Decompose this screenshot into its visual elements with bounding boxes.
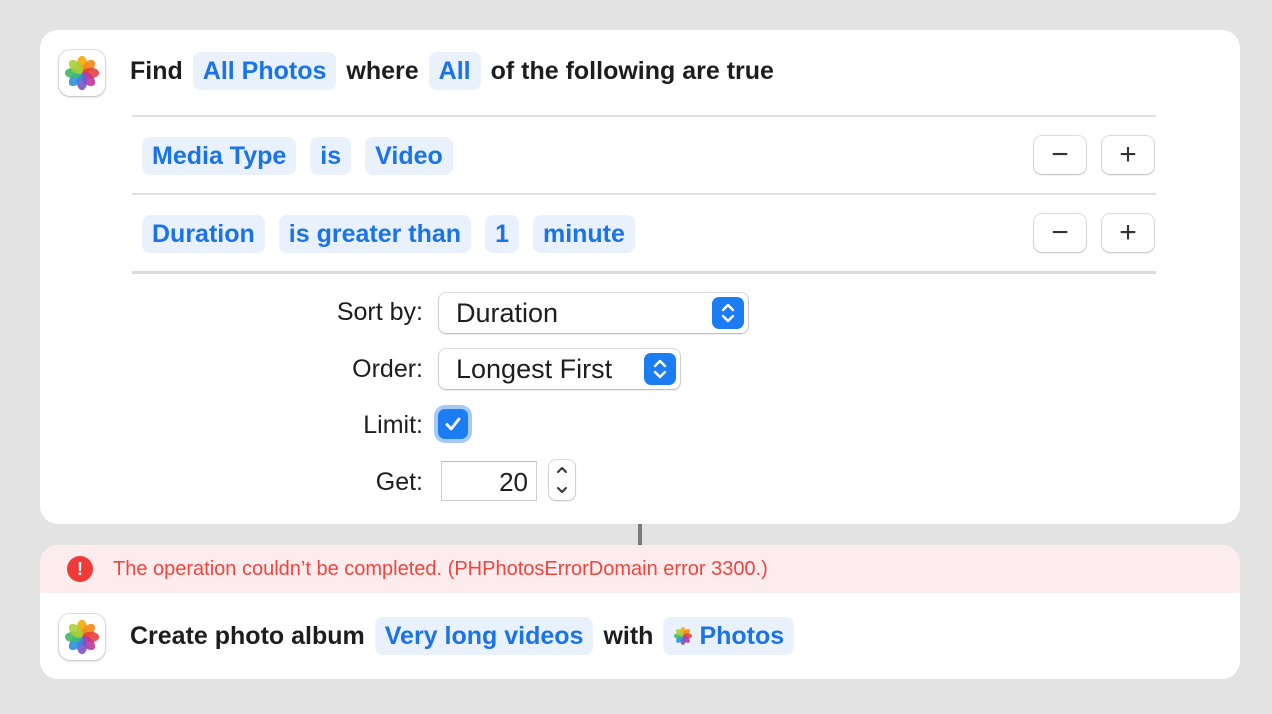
condition-sentence: Duration is greater than 1 minute [142, 215, 635, 253]
sort-by-popup[interactable]: Duration [439, 293, 748, 333]
limit-label: Limit: [363, 411, 423, 439]
stepper-down-icon[interactable] [549, 480, 575, 500]
conditions-divider [132, 271, 1156, 274]
error-banner: ! The operation couldn’t be completed. (… [40, 545, 1240, 593]
condition-value-token[interactable]: 1 [485, 215, 519, 253]
create-album-sentence: Create photo album Very long videos with… [130, 617, 795, 655]
error-message: The operation couldn’t be completed. (PH… [113, 557, 768, 580]
source-token[interactable]: All Photos [192, 52, 337, 90]
checkmark-icon [445, 417, 461, 431]
photos-flower-icon [64, 619, 100, 655]
following-phrase: of the following are true [490, 56, 774, 85]
target-app-label: Photos [699, 622, 785, 650]
find-word: Find [130, 56, 183, 85]
limit-checkbox[interactable] [438, 409, 468, 439]
stepper-up-icon[interactable] [549, 460, 575, 480]
target-app-token[interactable]: Photos [663, 617, 795, 655]
remove-condition-button[interactable]: − [1034, 136, 1086, 174]
photos-app-icon [59, 50, 105, 96]
chevron-up-down-icon [712, 297, 744, 329]
photos-flower-icon [64, 55, 100, 91]
order-label: Order: [352, 355, 423, 383]
condition-operator-token[interactable]: is greater than [278, 215, 472, 253]
condition-row: Duration is greater than 1 minute − + [132, 193, 1156, 273]
condition-property-token[interactable]: Duration [142, 215, 265, 253]
condition-operator-token[interactable]: is [310, 137, 352, 175]
remove-condition-button[interactable]: − [1034, 214, 1086, 252]
find-sentence: Find All Photos where All of the followi… [130, 52, 774, 90]
sort-by-value: Duration [456, 298, 559, 328]
order-value: Longest First [456, 354, 613, 384]
condition-value-token[interactable]: Video [365, 137, 453, 175]
get-count-stepper[interactable] [549, 460, 575, 500]
add-condition-button[interactable]: + [1102, 136, 1154, 174]
where-word: where [346, 56, 419, 85]
find-photos-action-card[interactable]: Find All Photos where All of the followi… [40, 30, 1240, 524]
order-popup[interactable]: Longest First [439, 349, 680, 389]
add-condition-button[interactable]: + [1102, 214, 1154, 252]
album-name-token[interactable]: Very long videos [374, 617, 594, 655]
error-alert-icon: ! [67, 556, 93, 582]
action-connector-line [638, 524, 642, 545]
get-label: Get: [375, 468, 423, 496]
create-album-action-card[interactable]: ! The operation couldn’t be completed. (… [40, 545, 1240, 679]
photos-app-icon [59, 614, 105, 660]
condition-unit-token[interactable]: minute [532, 215, 635, 253]
condition-property-token[interactable]: Media Type [142, 137, 297, 175]
sort-by-label: Sort by: [336, 298, 423, 326]
with-word: with [603, 621, 654, 650]
get-count-field[interactable]: 20 [441, 461, 537, 501]
match-mode-token[interactable]: All [428, 52, 481, 90]
condition-row: Media Type is Video − + [132, 115, 1156, 195]
condition-sentence: Media Type is Video [142, 137, 453, 175]
create-album-phrase: Create photo album [130, 621, 365, 650]
chevron-up-down-icon [644, 353, 676, 385]
photos-mini-icon [674, 627, 693, 645]
